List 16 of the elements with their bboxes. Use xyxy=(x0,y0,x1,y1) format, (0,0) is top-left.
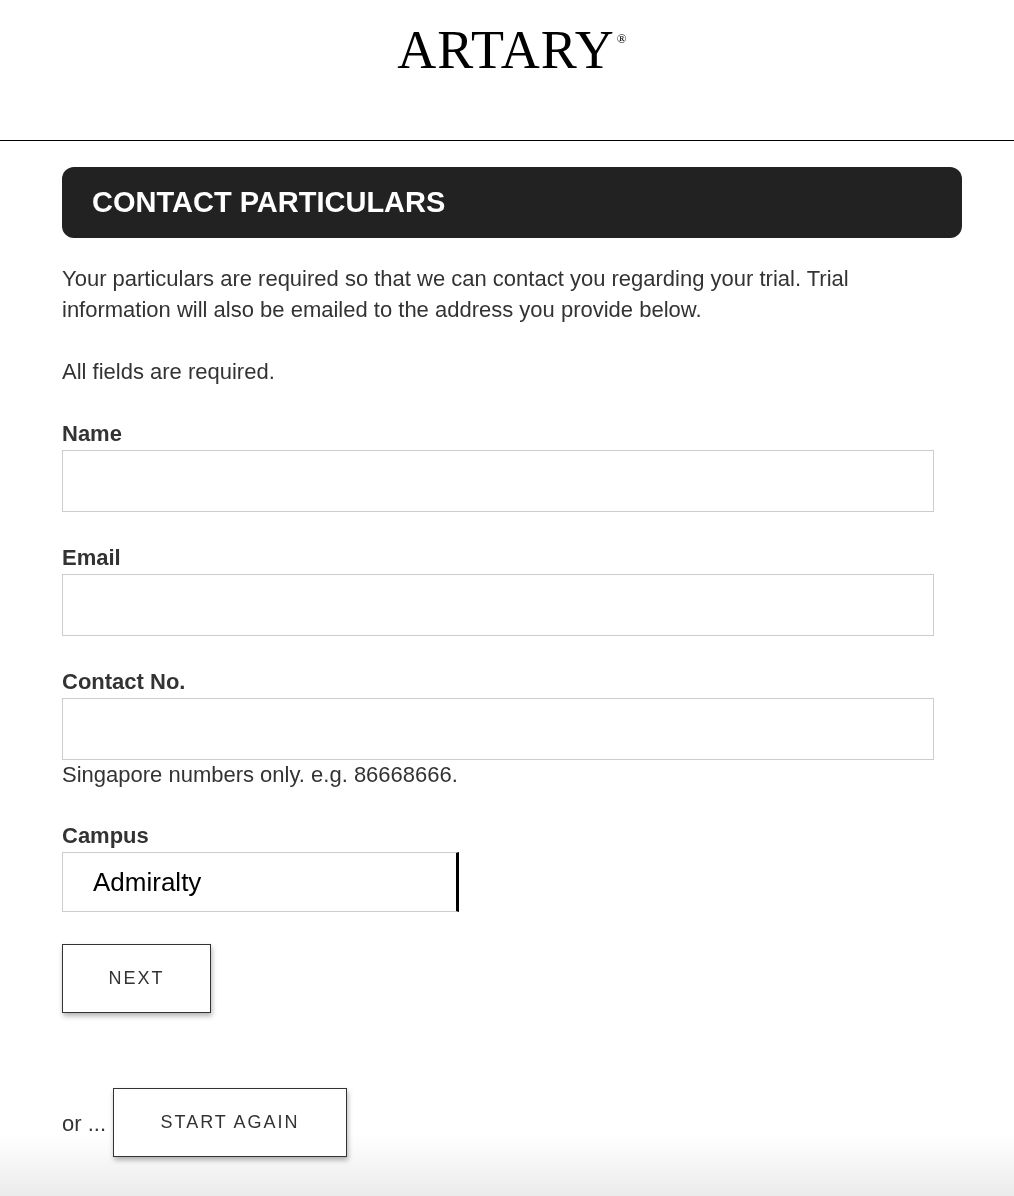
next-button[interactable]: NEXT xyxy=(62,944,211,1013)
field-label: Name xyxy=(62,420,122,448)
input-field[interactable] xyxy=(62,574,934,636)
section-title: CONTACT PARTICULARS xyxy=(92,188,446,217)
start-again-button[interactable]: START AGAIN xyxy=(113,1088,347,1157)
select-field[interactable]: Admiralty xyxy=(62,852,459,912)
brand-logo: ARTARY® xyxy=(397,22,627,78)
or-text: or ... xyxy=(62,1110,106,1138)
input-field[interactable] xyxy=(62,698,934,760)
field-label: Email xyxy=(62,544,121,572)
input-field[interactable] xyxy=(62,450,934,512)
intro-paragraph: Your particulars are required so that we can contact you regarding your trial. Trial information will also be emailed to the address you provide below. xyxy=(62,265,850,324)
field-label: Campus xyxy=(62,822,149,850)
required-note: All fields are required. xyxy=(62,358,275,386)
field-label: Contact No. xyxy=(62,668,186,696)
field-hint: Singapore numbers only. e.g. 86668666. xyxy=(62,761,458,789)
